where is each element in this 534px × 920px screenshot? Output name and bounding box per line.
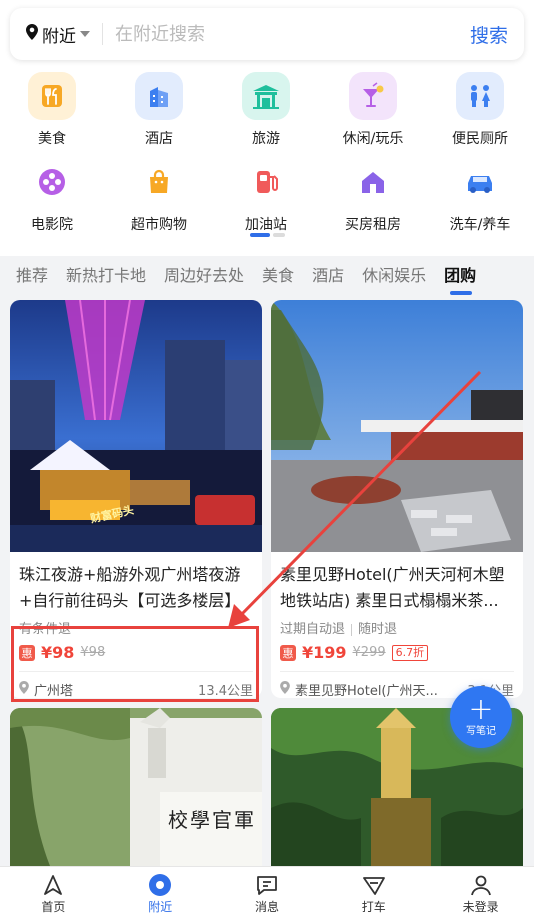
- hotel-courtyard-image: [271, 300, 523, 552]
- canton-tower-night-image: [10, 300, 262, 552]
- category-travel[interactable]: 旅游: [216, 72, 316, 148]
- card-image: 财富码头: [10, 300, 262, 552]
- write-note-button[interactable]: + 写笔记: [450, 686, 512, 748]
- search-bar: 附近 搜索: [10, 8, 524, 60]
- tab-nearby-spots[interactable]: 周边好去处: [164, 262, 244, 286]
- card-refund-policy: 过期自动退 随时退: [271, 618, 523, 637]
- taxi-icon: [362, 872, 386, 898]
- location-selector[interactable]: 附近: [10, 22, 90, 47]
- gate-plaque-text: 校學官軍: [168, 808, 256, 832]
- top-panel: 附近 搜索 美食 酒店 旅游: [0, 0, 534, 292]
- nav-profile[interactable]: 未登录: [427, 867, 534, 920]
- tab-recommend[interactable]: 推荐: [16, 262, 48, 286]
- deal-card[interactable]: 校學官軍: [10, 708, 262, 866]
- category-label: 休闲/玩乐: [342, 131, 404, 147]
- nav-label: 消息: [254, 900, 279, 914]
- tab-food[interactable]: 美食: [262, 262, 294, 286]
- nav-home[interactable]: 首页: [0, 867, 107, 920]
- category-label: 酒店: [145, 131, 173, 147]
- deal-card[interactable]: 素里见野Hotel(广州天河柯木塱地铁站店) 素里日式榻榻米茶... 过期自动退…: [271, 300, 523, 698]
- category-label: 买房租房: [345, 217, 401, 233]
- feed-tabs: 推荐 新热打卡地 周边好去处 美食 酒店 休闲娱乐 团购: [0, 256, 534, 295]
- category-toilet[interactable]: 便民厕所: [430, 72, 530, 148]
- food-icon: [28, 72, 76, 120]
- location-pin-icon: [280, 681, 290, 698]
- refund-tag: 随时退: [358, 622, 398, 637]
- poi-name: 素里见野Hotel(广州天...: [295, 684, 438, 698]
- nav-label: 未登录: [462, 900, 499, 914]
- card-title: 珠江夜游+船游外观广州塔夜游+自行前往码头【可选多楼层】: [19, 565, 241, 610]
- car-icon: [456, 158, 504, 206]
- original-price: ¥299: [352, 645, 386, 660]
- category-label: 洗车/养车: [449, 217, 511, 233]
- home-arrow-icon: [42, 872, 64, 898]
- plus-icon: +: [468, 692, 494, 727]
- nav-nearby[interactable]: 附近: [107, 867, 214, 920]
- tab-new-hot[interactable]: 新热打卡地: [66, 262, 146, 286]
- card-title: 素里见野Hotel(广州天河柯木塱地铁站店) 素里日式榻榻米茶...: [280, 565, 505, 610]
- film-icon: [28, 158, 76, 206]
- tab-group-buy[interactable]: 团购: [444, 262, 476, 295]
- page-dot-active: [250, 233, 270, 237]
- nav-taxi[interactable]: 打车: [320, 867, 427, 920]
- travel-icon: [242, 72, 290, 120]
- location-label: 附近: [42, 26, 76, 47]
- nav-messages[interactable]: 消息: [214, 867, 321, 920]
- bottom-nav: 首页 附近 消息 打车 未登录: [0, 866, 534, 920]
- category-label: 电影院: [31, 217, 73, 233]
- hotel-icon: [135, 72, 183, 120]
- discount-tag: 6.7折: [391, 644, 429, 661]
- shopping-bag-icon: [135, 158, 183, 206]
- category-leisure[interactable]: 休闲/玩乐: [323, 72, 423, 148]
- discount-badge-icon: 惠: [280, 644, 296, 661]
- refund-tag: 过期自动退: [280, 622, 346, 637]
- house-icon: [349, 158, 397, 206]
- highlight-box: [11, 626, 259, 702]
- search-input[interactable]: [115, 23, 470, 45]
- card-image: [10, 708, 262, 866]
- category-label: 超市购物: [131, 217, 187, 233]
- price-row: 惠 ¥199 ¥299 6.7折: [271, 637, 523, 662]
- category-housing[interactable]: 买房租房: [323, 158, 423, 234]
- category-food[interactable]: 美食: [2, 72, 102, 148]
- gas-station-icon: [242, 158, 290, 206]
- chevron-down-icon: [80, 31, 90, 37]
- user-icon: [470, 872, 492, 898]
- fab-label: 写笔记: [466, 726, 496, 737]
- category-cinema[interactable]: 电影院: [2, 158, 102, 234]
- tab-hotel[interactable]: 酒店: [312, 262, 344, 286]
- category-car-wash[interactable]: 洗车/养车: [430, 158, 530, 234]
- category-label: 旅游: [252, 131, 280, 147]
- message-icon: [255, 872, 279, 898]
- toilet-icon: [456, 72, 504, 120]
- category-label: 便民厕所: [452, 131, 508, 147]
- category-page-indicator: [250, 233, 285, 237]
- nearby-location-icon: [148, 872, 172, 898]
- category-label: 美食: [38, 131, 66, 147]
- card-image: [271, 300, 523, 552]
- nav-label: 首页: [41, 900, 66, 914]
- category-gas-station[interactable]: 加油站: [216, 158, 316, 234]
- nav-label: 附近: [148, 900, 173, 914]
- deal-price: ¥199: [302, 643, 347, 662]
- location-pin-icon: [26, 23, 38, 45]
- tab-entertainment[interactable]: 休闲娱乐: [362, 262, 426, 286]
- cocktail-icon: [349, 72, 397, 120]
- page-dot: [273, 233, 285, 237]
- category-hotel[interactable]: 酒店: [109, 72, 209, 148]
- nav-label: 打车: [361, 900, 386, 914]
- category-shopping[interactable]: 超市购物: [109, 158, 209, 234]
- search-divider: [102, 23, 103, 45]
- category-label: 加油站: [245, 217, 287, 233]
- search-button[interactable]: 搜索: [470, 21, 524, 48]
- tag-separator: [351, 623, 353, 636]
